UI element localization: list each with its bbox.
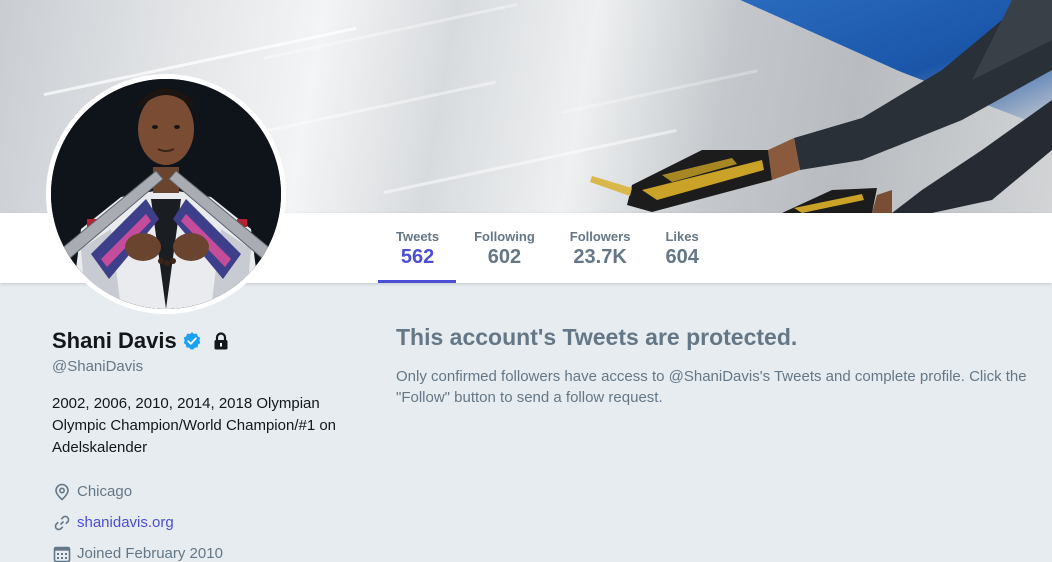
name-row: Shani Davis [52, 326, 352, 356]
protected-title: This account's Tweets are protected. [396, 324, 798, 350]
stat-followers[interactable]: Followers 23.7K [552, 213, 648, 283]
stat-followers-value: 23.7K [573, 246, 627, 268]
profile-joined: Joined February 2010 [52, 538, 352, 562]
stat-followers-label: Followers [569, 229, 631, 244]
lock-icon [214, 332, 228, 350]
stat-following[interactable]: Following 602 [456, 213, 552, 283]
profile-card: Shani Davis @ShaniDavis 2002, 2006, 2010… [52, 326, 352, 562]
protected-body: Only confirmed followers have access to … [396, 368, 1027, 406]
stat-following-value: 602 [487, 246, 522, 268]
stat-likes[interactable]: Likes 604 [647, 213, 715, 283]
profile-name[interactable]: Shani Davis [52, 328, 177, 354]
profile-joined-text: Joined February 2010 [77, 545, 223, 562]
calendar-icon [52, 544, 72, 562]
profile-location-text: Chicago [77, 483, 133, 500]
profile-handle[interactable]: @ShaniDavis [52, 358, 352, 375]
stat-tweets-value: 562 [400, 246, 435, 268]
profile-avatar[interactable] [46, 74, 286, 314]
stat-tweets[interactable]: Tweets 562 [378, 213, 457, 283]
profile-website: shanidavis.org [52, 507, 352, 538]
stat-following-label: Following [474, 229, 535, 244]
location-pin-icon [52, 482, 72, 502]
profile-bio: 2002, 2006, 2010, 2014, 2018 Olympian Ol… [52, 395, 337, 456]
skater-legs-image [590, 0, 1052, 213]
stat-likes-value: 604 [665, 246, 699, 268]
stat-likes-label: Likes [665, 229, 699, 244]
profile-meta: Chicago shanidavis.org Joined February 2… [52, 476, 352, 562]
verified-badge-icon [183, 332, 201, 350]
profile-stats: Tweets 562 Following 602 Followers 23.7K… [378, 213, 716, 283]
profile-location: Chicago [52, 476, 352, 507]
protected-notice: This account's Tweets are protected. Onl… [396, 322, 1046, 408]
link-icon [52, 513, 72, 533]
profile-website-link[interactable]: shanidavis.org [77, 514, 174, 531]
avatar-photo [51, 79, 281, 309]
stat-tweets-label: Tweets [396, 229, 440, 244]
